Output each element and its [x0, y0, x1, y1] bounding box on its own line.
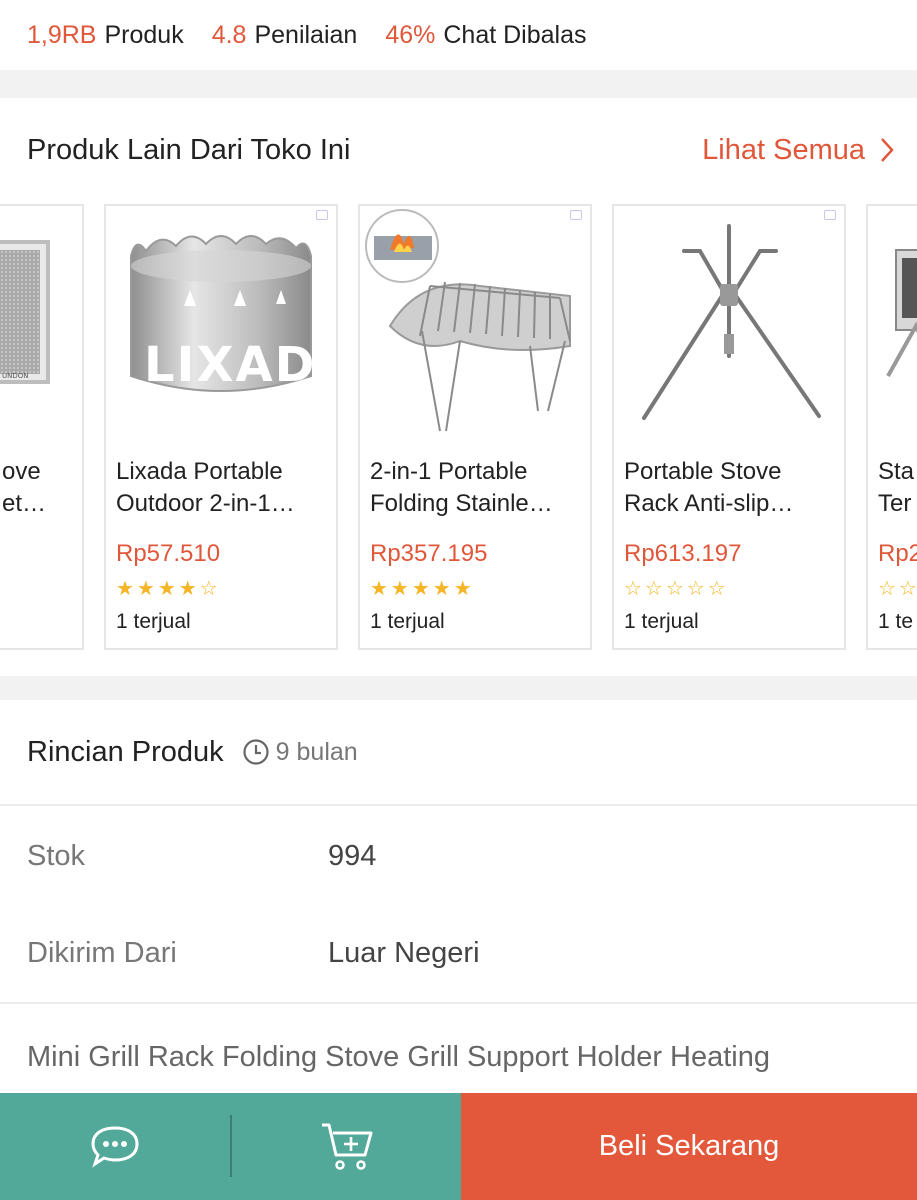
sold-count: 1 terjual — [624, 610, 699, 633]
chat-button[interactable] — [0, 1093, 230, 1200]
chevron-right-icon — [881, 138, 894, 162]
product-price: Rp357.195 — [370, 540, 488, 567]
sold-count: 1 terjual — [116, 610, 191, 633]
other-products-title: Produk Lain Dari Toko Ini — [27, 133, 351, 166]
other-products-section: Produk Lain Dari Toko Ini Lihat Semua UN… — [0, 98, 917, 676]
stat-chat-value: 46% — [385, 20, 436, 49]
rating-stars: ★★★★☆ — [116, 578, 221, 600]
product-image — [886, 249, 917, 377]
details-title: Rincian Produk — [27, 735, 224, 768]
product-name: oveet Mi… — [2, 458, 41, 517]
product-price: Rp613.197 — [624, 540, 742, 567]
see-all-link[interactable]: Lihat Semua — [702, 134, 895, 167]
svg-text:UNDON: UNDON — [2, 372, 29, 380]
product-name: Lixada Portable Outdoor 2-in-1… — [116, 458, 295, 517]
rating-stars: ☆☆☆☆☆ — [878, 578, 917, 600]
stat-products-label: Produk — [104, 20, 184, 49]
product-description: Mini Grill Rack Folding Stove Grill Supp… — [27, 1041, 771, 1073]
bottom-action-bar: Beli Sekarang — [0, 1093, 917, 1200]
sold-count: 1 te — [878, 610, 914, 633]
action-left-group — [0, 1093, 461, 1200]
detail-key: Stok — [27, 840, 86, 872]
svg-text:LIXADA: LIXADA — [144, 337, 336, 393]
product-image: UNDON — [0, 240, 50, 384]
clock-icon — [243, 739, 269, 765]
shop-stats-bar: 1,9RB Produk 4.8 Penilaian 46% Chat Dibalas — [0, 0, 917, 70]
buy-now-button[interactable]: Beli Sekarang — [461, 1093, 917, 1200]
stat-products[interactable]: 1,9RB Produk — [27, 21, 184, 50]
rating-stars: ★★★★★ — [370, 578, 475, 600]
see-all-label: Lihat Semua — [702, 133, 865, 166]
product-name: 2-in-1 Portable Folding Stainle… — [370, 458, 553, 517]
stat-chat-label: Chat Dibalas — [443, 20, 587, 49]
product-card[interactable]: LIXADA Lixada Portable Outdoor 2-in-1… Rp… — [104, 204, 338, 650]
detail-key: Dikirim Dari — [27, 937, 177, 969]
listing-age-value: 9 bulan — [275, 737, 358, 766]
product-name: Sta Ter — [878, 458, 915, 517]
product-price: Rp2 — [878, 540, 917, 567]
product-card[interactable]: Portable Stove Rack Anti-slip… Rp613.197 … — [612, 204, 846, 650]
product-image: LIXADA — [130, 235, 336, 393]
detail-row-stock: Stok 994 — [27, 840, 376, 873]
stat-chat[interactable]: 46% Chat Dibalas — [385, 21, 586, 50]
mall-badge-icon — [570, 210, 582, 220]
detail-row-ship-from: Dikirim Dari Luar Negeri — [27, 937, 480, 970]
product-carousel[interactable]: UNDON oveet Mi… LIXADA Lixada Portable — [0, 204, 917, 650]
stat-products-value: 1,9RB — [27, 20, 97, 49]
mall-badge-icon — [316, 210, 328, 220]
product-card[interactable]: StaTer Rp2 ☆☆☆☆☆ 1 te — [866, 204, 917, 650]
stat-rating-value: 4.8 — [211, 20, 247, 49]
product-name: Portable Stove Rack Anti-slip… — [624, 458, 794, 517]
product-card[interactable]: UNDON oveet Mi… — [0, 204, 84, 650]
mall-badge-icon — [824, 210, 836, 220]
rating-stars: ☆☆☆☆☆ — [624, 578, 729, 600]
product-image — [365, 209, 571, 432]
divider — [0, 1002, 917, 1004]
chat-icon — [91, 1125, 139, 1168]
add-to-cart-icon — [321, 1123, 372, 1170]
detail-value: Luar Negeri — [328, 937, 480, 969]
stat-rating-label: Penilaian — [254, 20, 358, 49]
product-price: Rp57.510 — [116, 540, 221, 567]
detail-value: 994 — [328, 840, 377, 872]
add-to-cart-button[interactable] — [232, 1093, 461, 1200]
product-image — [642, 224, 821, 420]
sold-count: 1 terjual — [370, 610, 445, 633]
stat-rating[interactable]: 4.8 Penilaian — [212, 21, 358, 50]
listing-age: 9 bulan — [242, 738, 358, 767]
product-card[interactable]: 2-in-1 Portable Folding Stainle… Rp357.19… — [358, 204, 592, 650]
